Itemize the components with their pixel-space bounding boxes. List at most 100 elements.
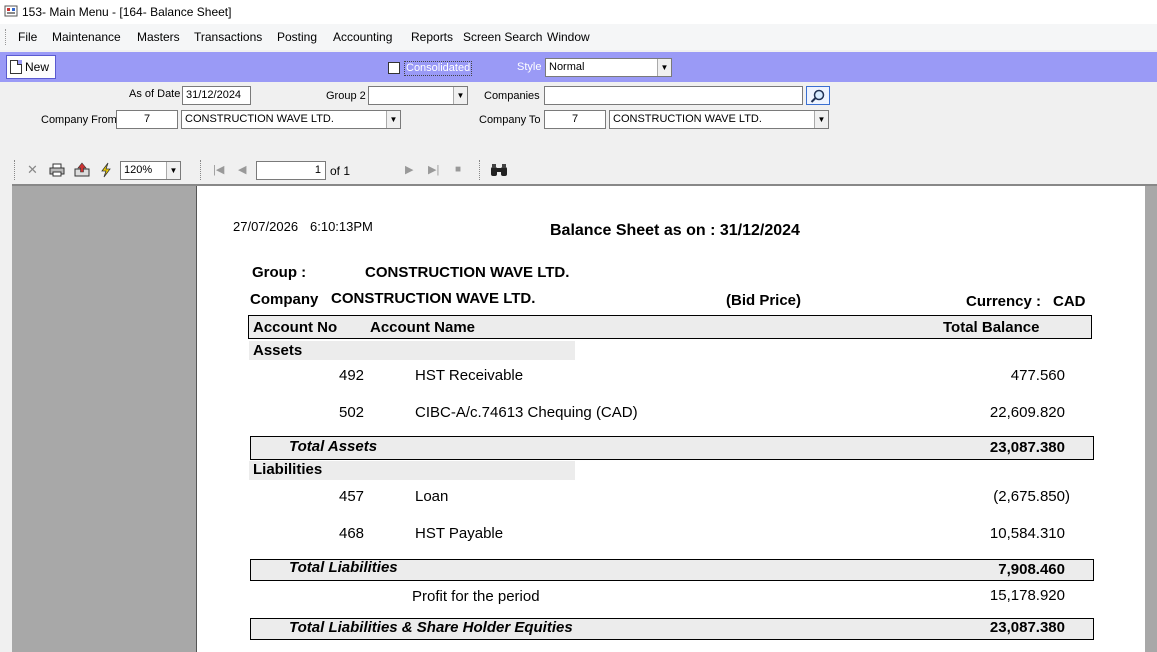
find-binoculars-icon[interactable] — [490, 163, 508, 177]
first-page-icon[interactable]: |◀ — [213, 163, 224, 177]
liability-row-1-balance: (2,675.850) — [993, 488, 1070, 505]
grand-total-label: Total Liabilities & Share Holder Equitie… — [289, 619, 573, 636]
window-title: 153- Main Menu - [164- Balance Sheet] — [22, 5, 232, 19]
consolidated-checkbox[interactable] — [388, 62, 400, 74]
report-page: 27/07/2026 6:10:13PM Balance Sheet as on… — [196, 186, 1145, 652]
stop-icon[interactable]: ■ — [455, 163, 461, 177]
page-count: of 1 — [330, 164, 351, 178]
magnifier-icon — [810, 89, 825, 103]
company-from-label: Company From — [41, 114, 117, 126]
report-margin-right — [1145, 186, 1157, 652]
chevron-down-icon[interactable]: ▼ — [386, 111, 400, 128]
print-time: 6:10:13PM — [310, 219, 373, 234]
column-account-name: Account Name — [370, 319, 476, 336]
liability-row-2-no: 468 — [339, 525, 365, 542]
asset-row-2-no: 502 — [339, 404, 365, 421]
menu-maintenance[interactable]: Maintenance — [52, 30, 121, 44]
report-viewer-toolbar: ✕ 120% ▼ |◀ ◀ 1 of 1 ▶ ▶| ■ — [0, 156, 1157, 184]
chevron-down-icon[interactable]: ▼ — [657, 59, 671, 76]
report-margin-left — [12, 186, 196, 652]
liability-row-1-no: 457 — [339, 488, 365, 505]
asset-row-2-balance: 22,609.820 — [989, 404, 1065, 421]
menu-transactions[interactable]: Transactions — [194, 30, 262, 44]
app-icon — [4, 5, 18, 17]
print-date: 27/07/2026 — [233, 219, 299, 234]
total-assets-label: Total Assets — [289, 438, 378, 455]
company-from-name: CONSTRUCTION WAVE LTD. — [185, 113, 334, 125]
menu-masters[interactable]: Masters — [137, 30, 180, 44]
liabilities-heading: Liabilities — [253, 461, 323, 478]
asset-row-1-balance: 477.560 — [1010, 367, 1065, 384]
companies-label: Companies — [484, 90, 540, 102]
assets-heading: Assets — [253, 342, 303, 359]
liability-row-2-name: HST Payable — [415, 525, 504, 542]
menu-screen-search[interactable]: Screen Search — [463, 30, 542, 44]
company-to-code-field[interactable]: 7 — [544, 110, 606, 129]
title-bar: 153- Main Menu - [164- Balance Sheet] — [0, 0, 1157, 24]
company-from-select[interactable]: CONSTRUCTION WAVE LTD. ▼ — [181, 110, 401, 129]
price-basis: (Bid Price) — [726, 292, 802, 309]
total-assets-value: 23,087.380 — [989, 439, 1065, 456]
next-page-icon[interactable]: ▶ — [405, 163, 413, 177]
new-button[interactable]: New — [6, 55, 56, 79]
action-toolbar: New Consolidated Style Normal ▼ — [0, 52, 1157, 82]
menu-file[interactable]: File — [18, 30, 37, 44]
liability-row-2-balance: 10,584.310 — [989, 525, 1065, 542]
total-liabilities-value: 7,908.460 — [998, 561, 1065, 578]
menu-bar: File Maintenance Masters Transactions Po… — [0, 24, 1157, 50]
companies-search-button[interactable] — [806, 86, 830, 105]
print-icon[interactable] — [49, 163, 65, 177]
currency-value: CAD — [1053, 293, 1086, 310]
menu-posting[interactable]: Posting — [277, 30, 317, 44]
page-number-field[interactable]: 1 — [256, 161, 326, 180]
toolbar-separator — [479, 160, 480, 180]
asset-row-1-no: 492 — [339, 367, 365, 384]
chevron-down-icon[interactable]: ▼ — [166, 162, 180, 179]
menu-window[interactable]: Window — [547, 30, 590, 44]
currency-label: Currency : — [966, 293, 1042, 310]
export-icon[interactable] — [74, 162, 90, 178]
liability-row-1-name: Loan — [415, 488, 449, 505]
company-label: Company — [250, 291, 319, 308]
as-of-date-field[interactable]: 31/12/2024 — [182, 86, 251, 105]
consolidated-label[interactable]: Consolidated — [404, 61, 473, 76]
menu-accounting[interactable]: Accounting — [333, 30, 392, 44]
chevron-down-icon[interactable]: ▼ — [453, 87, 467, 104]
company-to-select[interactable]: CONSTRUCTION WAVE LTD. ▼ — [609, 110, 829, 129]
profit-value: 15,178.920 — [989, 587, 1065, 604]
group2-select[interactable]: ▼ — [368, 86, 468, 105]
close-icon[interactable]: ✕ — [27, 163, 38, 177]
grand-total-value: 23,087.380 — [989, 619, 1065, 636]
column-total-balance: Total Balance — [943, 319, 1040, 336]
profit-label: Profit for the period — [412, 588, 540, 605]
zoom-select[interactable]: 120% ▼ — [120, 161, 181, 180]
group-label: Group : — [252, 264, 307, 281]
companies-field[interactable] — [544, 86, 803, 105]
refresh-lightning-icon[interactable] — [99, 162, 113, 178]
company-value: CONSTRUCTION WAVE LTD. — [331, 290, 536, 307]
zoom-value: 120% — [124, 164, 153, 176]
total-liabilities-label: Total Liabilities — [289, 559, 398, 576]
company-to-name: CONSTRUCTION WAVE LTD. — [613, 113, 762, 125]
chevron-down-icon[interactable]: ▼ — [814, 111, 828, 128]
last-page-icon[interactable]: ▶| — [428, 163, 439, 177]
column-account-no: Account No — [253, 319, 338, 336]
as-of-date-label: As of Date — [129, 88, 181, 100]
menu-reports[interactable]: Reports — [411, 30, 453, 44]
group-value: CONSTRUCTION WAVE LTD. — [365, 264, 570, 281]
style-select[interactable]: Normal ▼ — [545, 58, 672, 77]
previous-page-icon[interactable]: ◀ — [238, 163, 246, 177]
new-button-label: New — [25, 60, 50, 74]
toolbar-separator — [200, 160, 201, 180]
style-select-value: Normal — [549, 61, 585, 73]
style-label: Style — [517, 61, 542, 73]
group2-label: Group 2 — [326, 90, 366, 102]
asset-row-2-name: CIBC-A/c.74613 Chequing (CAD) — [415, 404, 638, 421]
toolbar-separator — [14, 160, 15, 180]
report-title: Balance Sheet as on : 31/12/2024 — [550, 222, 800, 239]
company-to-label: Company To — [479, 114, 541, 126]
asset-row-1-name: HST Receivable — [415, 367, 524, 384]
new-document-icon — [10, 60, 22, 74]
menu-grip — [5, 29, 8, 45]
company-from-code-field[interactable]: 7 — [116, 110, 178, 129]
